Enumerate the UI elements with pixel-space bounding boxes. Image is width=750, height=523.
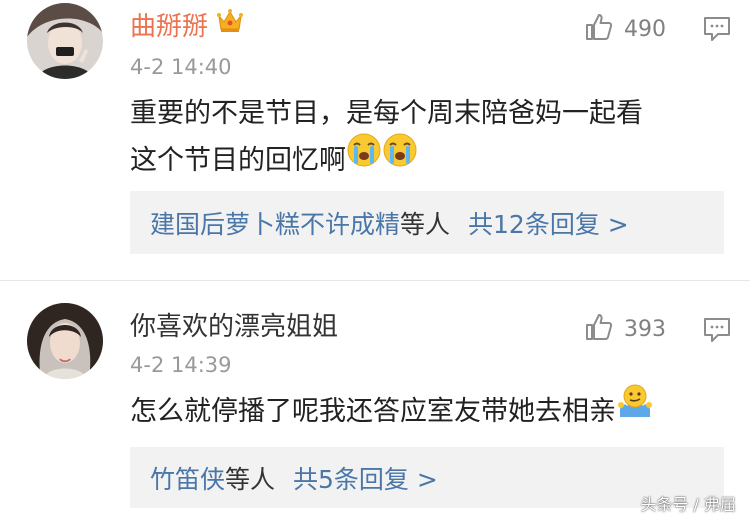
- like-count: 490: [624, 16, 666, 42]
- reply-users-link[interactable]: 建国后萝卜糕不许成精: [150, 205, 400, 241]
- replies-preview[interactable]: 建国后萝卜糕不许成精 等人 共12条回复 >: [130, 191, 724, 254]
- crying-face-emoji: [382, 132, 418, 183]
- reply-users-link[interactable]: 竹笛侠: [150, 460, 225, 496]
- reply-count-link[interactable]: 共5条回复 >: [293, 460, 438, 496]
- comment-feed: 曲掰掰 4-2 14:40 490 重要的不是节目，是每个周末陪爸妈一起看 这个…: [0, 0, 750, 523]
- like-count: 393: [624, 316, 666, 342]
- comment-text-line: 这个节目的回忆啊: [130, 133, 730, 184]
- thumbs-up-icon[interactable]: [584, 12, 614, 46]
- crying-face-emoji: [346, 132, 382, 183]
- reply-users-suffix: 等人: [400, 209, 451, 239]
- username[interactable]: 你喜欢的漂亮姐姐: [130, 312, 338, 342]
- username-vip[interactable]: 曲掰掰: [130, 9, 244, 42]
- comment-icon[interactable]: [703, 318, 731, 347]
- crown-vip-icon: [216, 8, 244, 41]
- watermark: 头条号 / 弗届: [640, 495, 736, 514]
- reply-count-link[interactable]: 共12条回复 >: [468, 205, 629, 241]
- avatar[interactable]: [27, 303, 103, 379]
- thumbs-up-icon[interactable]: [584, 312, 614, 346]
- reply-button[interactable]: [703, 16, 731, 46]
- shrug-emoji: [616, 383, 654, 434]
- comment-item: 你喜欢的漂亮姐姐 4-2 14:39 393 怎么就停播了呢我还答应室友带她去相…: [0, 290, 750, 523]
- avatar[interactable]: [27, 3, 103, 79]
- comment-item: 曲掰掰 4-2 14:40 490 重要的不是节目，是每个周末陪爸妈一起看 这个…: [0, 0, 750, 276]
- comment-text-line: 重要的不是节目，是每个周末陪爸妈一起看: [130, 98, 643, 129]
- username-text[interactable]: 曲掰掰: [130, 12, 208, 42]
- timestamp: 4-2 14:39: [130, 353, 232, 377]
- comment-text: 怎么就停播了呢我还答应室友带她去相亲: [130, 384, 730, 435]
- reply-users-suffix: 等人: [225, 464, 276, 494]
- like-button[interactable]: 393: [584, 312, 666, 346]
- reply-button[interactable]: [703, 317, 731, 347]
- replies-preview[interactable]: 竹笛侠 等人 共5条回复 >: [130, 447, 724, 508]
- comment-icon[interactable]: [703, 17, 731, 46]
- comment-text-line: 怎么就停播了呢我还答应室友带她去相亲: [130, 384, 730, 435]
- comment-text-fragment: 这个节目的回忆啊: [130, 145, 346, 176]
- like-button[interactable]: 490: [584, 12, 666, 46]
- comment-divider: [0, 280, 750, 281]
- timestamp: 4-2 14:40: [130, 55, 232, 79]
- comment-text-fragment: 怎么就停播了呢我还答应室友带她去相亲: [130, 396, 616, 427]
- comment-text: 重要的不是节目，是每个周末陪爸妈一起看 这个节目的回忆啊: [130, 90, 730, 184]
